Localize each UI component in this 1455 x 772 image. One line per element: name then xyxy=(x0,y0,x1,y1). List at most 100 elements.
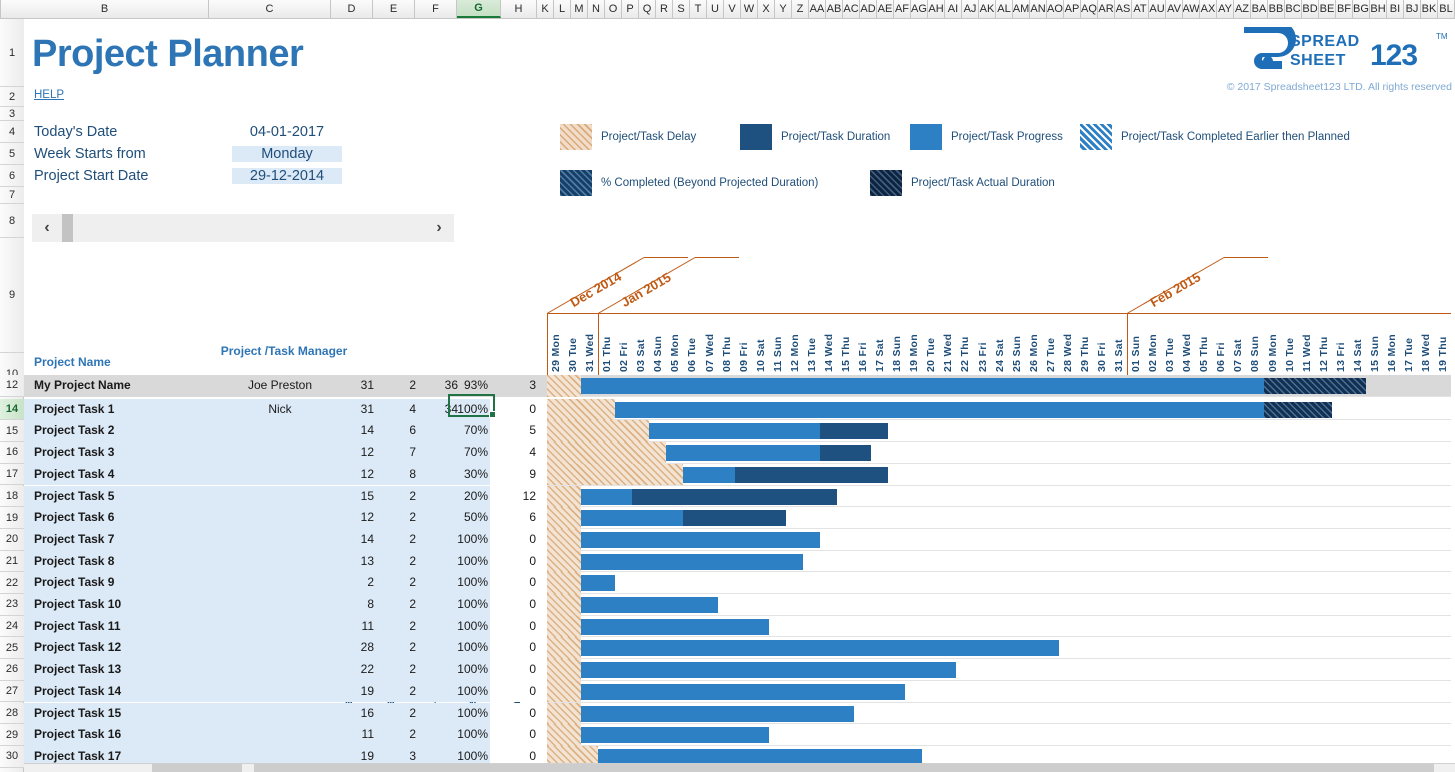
cell-manager[interactable]: Nick xyxy=(210,399,350,421)
cell-duration[interactable]: 11 xyxy=(332,616,374,638)
cell-duration[interactable]: 28 xyxy=(332,637,374,659)
gantt-bar-progress[interactable] xyxy=(581,553,803,570)
column-header-aw[interactable]: AW xyxy=(1183,0,1200,18)
gantt-bar-progress[interactable] xyxy=(581,662,957,679)
row-header-29[interactable]: 29 xyxy=(0,724,24,746)
cell-complete-pct[interactable]: 50% xyxy=(448,507,488,529)
column-header-bb[interactable]: BB xyxy=(1268,0,1285,18)
row-header-30[interactable]: 30 xyxy=(0,745,24,768)
cell-start-delay[interactable]: 2 xyxy=(374,724,416,746)
column-header-aj[interactable]: AJ xyxy=(962,0,979,18)
row-header-21[interactable]: 21 xyxy=(0,550,24,573)
gantt-bar-progress[interactable] xyxy=(666,445,820,462)
column-header-ai[interactable]: AI xyxy=(945,0,962,18)
cell-start-delay[interactable]: 2 xyxy=(374,616,416,638)
cell-start-delay[interactable]: 2 xyxy=(374,637,416,659)
cell-project-name[interactable]: Project Task 15 xyxy=(34,703,204,725)
column-header-ag[interactable]: AG xyxy=(911,0,928,18)
cell-start-delay[interactable]: 8 xyxy=(374,464,416,486)
row-header-23[interactable]: 23 xyxy=(0,594,24,616)
row-header-20[interactable]: 20 xyxy=(0,528,24,551)
scroll-left-button[interactable]: ‹ xyxy=(32,214,62,242)
gantt-bar-actual-duration[interactable] xyxy=(1263,378,1366,394)
cell-manager[interactable] xyxy=(210,507,350,529)
select-all-corner[interactable] xyxy=(0,0,1,18)
cell-duration[interactable]: 22 xyxy=(332,659,374,681)
row-header-14[interactable]: 14 xyxy=(0,398,24,421)
cell-remaining[interactable]: 0 xyxy=(496,703,536,725)
row-header-17[interactable]: 17 xyxy=(0,463,24,486)
column-header-x[interactable]: X xyxy=(758,0,775,18)
hscroll-thumb-left[interactable] xyxy=(152,764,242,772)
cell-complete-pct[interactable]: 100% xyxy=(448,399,488,421)
timeline-scrollbar[interactable]: ‹ › xyxy=(32,214,454,242)
cell-complete-pct[interactable]: 30% xyxy=(448,464,488,486)
row-header-24[interactable]: 24 xyxy=(0,615,24,638)
column-header-r[interactable]: R xyxy=(656,0,673,18)
cell-project-name[interactable]: Project Task 3 xyxy=(34,442,204,464)
gantt-bar-actual-duration[interactable] xyxy=(1263,401,1332,418)
horizontal-scrollbar[interactable] xyxy=(24,763,1455,772)
cell-manager[interactable] xyxy=(210,442,350,464)
column-header-al[interactable]: AL xyxy=(996,0,1013,18)
cell-manager[interactable] xyxy=(210,616,350,638)
scrollbar-track[interactable] xyxy=(73,214,424,242)
cell-remaining[interactable]: 0 xyxy=(496,724,536,746)
row-header-3[interactable]: 3 xyxy=(0,107,24,121)
column-header-h[interactable]: H xyxy=(501,0,537,18)
cell-start-delay[interactable]: 2 xyxy=(374,486,416,508)
column-header-an[interactable]: AN xyxy=(1030,0,1047,18)
column-header-bj[interactable]: BJ xyxy=(1404,0,1421,18)
column-header-ae[interactable]: AE xyxy=(877,0,894,18)
cell-start-delay[interactable]: 2 xyxy=(374,507,416,529)
gantt-bar-progress[interactable] xyxy=(581,640,1059,657)
column-header-az[interactable]: AZ xyxy=(1234,0,1251,18)
gantt-bar-progress[interactable] xyxy=(581,378,1264,394)
row-header-15[interactable]: 15 xyxy=(0,420,24,443)
column-header-q[interactable]: Q xyxy=(639,0,656,18)
row-header-25[interactable]: 25 xyxy=(0,637,24,660)
cell-project-name[interactable]: Project Task 9 xyxy=(34,572,204,594)
cell-duration[interactable]: 31 xyxy=(332,399,374,421)
cell-complete-pct[interactable]: 100% xyxy=(448,659,488,681)
cell-remaining[interactable]: 0 xyxy=(496,529,536,551)
cell-project-name[interactable]: Project Task 6 xyxy=(34,507,204,529)
cell-project-name[interactable]: Project Task 7 xyxy=(34,529,204,551)
cell-duration[interactable]: 2 xyxy=(332,572,374,594)
row-header-18[interactable]: 18 xyxy=(0,485,24,508)
column-header-ad[interactable]: AD xyxy=(860,0,877,18)
help-link[interactable]: HELP xyxy=(34,89,64,101)
row-header-2[interactable]: 2 xyxy=(0,87,24,107)
cell-remaining[interactable]: 9 xyxy=(496,464,536,486)
column-header-g[interactable]: G xyxy=(457,0,501,18)
column-header-ao[interactable]: AO xyxy=(1047,0,1064,18)
cell-project-name[interactable]: Project Task 14 xyxy=(34,681,204,703)
cell-start-delay[interactable]: 6 xyxy=(374,420,416,442)
gantt-bar-progress[interactable] xyxy=(581,575,616,592)
column-header-ay[interactable]: AY xyxy=(1217,0,1234,18)
scroll-right-button[interactable]: › xyxy=(424,214,454,242)
cell-duration[interactable]: 12 xyxy=(332,464,374,486)
row-header-19[interactable]: 19 xyxy=(0,507,24,529)
cell-duration[interactable]: 12 xyxy=(332,507,374,529)
cell-manager[interactable] xyxy=(210,594,350,616)
column-header-aa[interactable]: AA xyxy=(809,0,826,18)
row-header-7[interactable]: 7 xyxy=(0,187,24,204)
cell-remaining[interactable]: 5 xyxy=(496,420,536,442)
cell-complete-pct[interactable]: 93% xyxy=(448,375,488,397)
column-header-ah[interactable]: AH xyxy=(928,0,945,18)
cell-remaining[interactable]: 0 xyxy=(496,616,536,638)
column-header-ak[interactable]: AK xyxy=(979,0,996,18)
cell-complete-pct[interactable]: 20% xyxy=(448,486,488,508)
cell-manager[interactable] xyxy=(210,659,350,681)
settings-value-1[interactable]: Monday xyxy=(232,146,342,162)
cell-remaining[interactable]: 0 xyxy=(496,594,536,616)
cell-start-delay[interactable]: 2 xyxy=(374,659,416,681)
cell-remaining[interactable]: 0 xyxy=(496,399,536,421)
column-header-c[interactable]: C xyxy=(209,0,331,18)
cell-start-delay[interactable]: 2 xyxy=(374,703,416,725)
column-header-p[interactable]: P xyxy=(622,0,639,18)
row-header-12[interactable]: 12 xyxy=(0,375,24,397)
hscroll-thumb-right[interactable] xyxy=(254,764,1434,772)
cell-project-name[interactable]: Project Task 11 xyxy=(34,616,204,638)
